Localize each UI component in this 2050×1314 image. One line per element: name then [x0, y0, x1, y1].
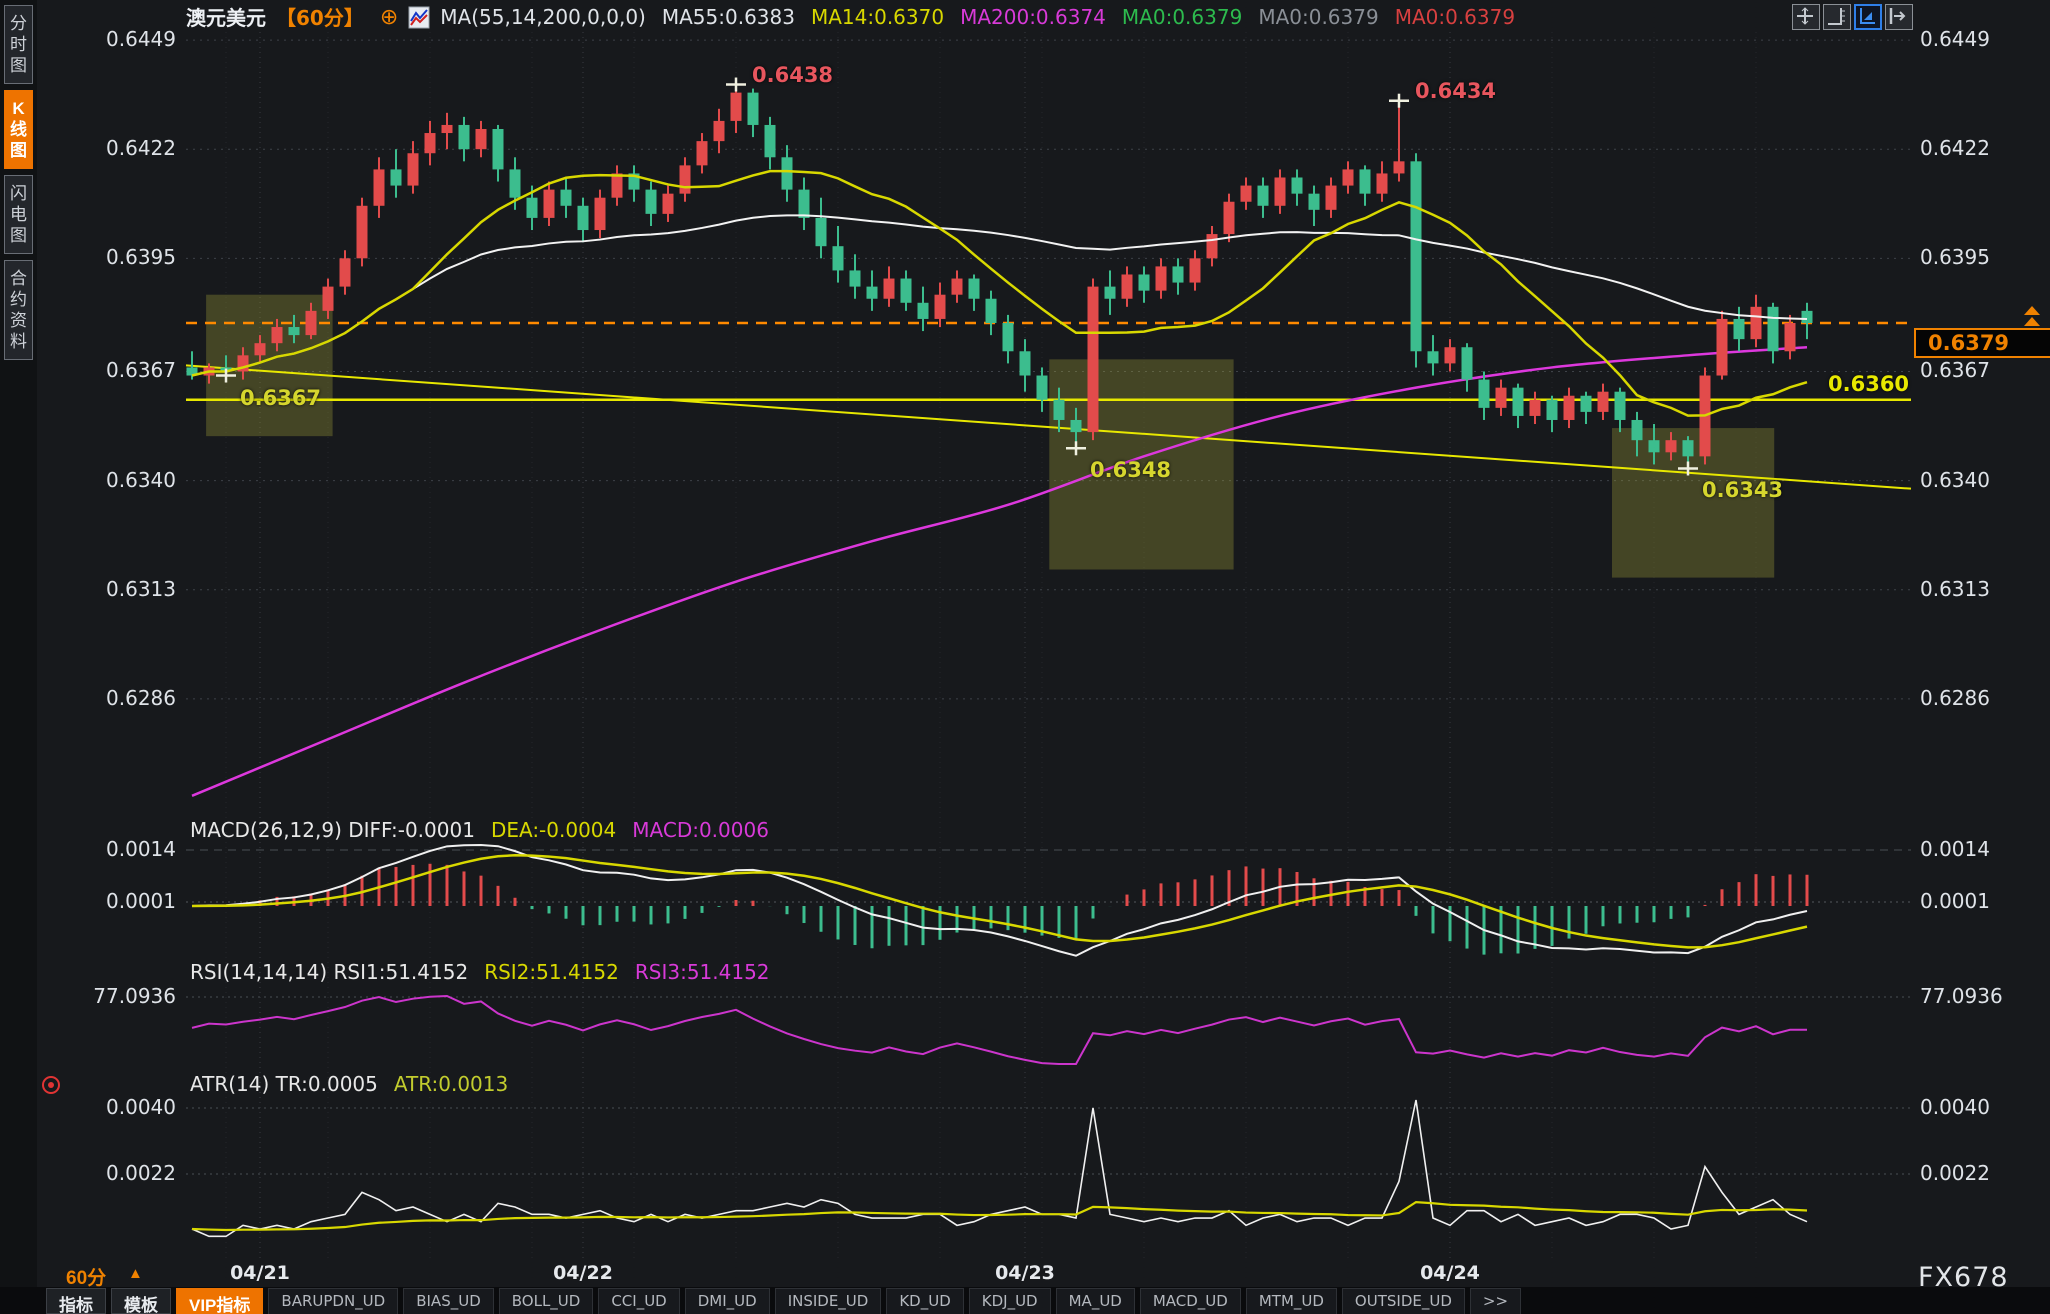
tab-ma-ud[interactable]: MA_UD — [1056, 1288, 1135, 1314]
price-extreme-label: 0.6367 — [240, 386, 321, 410]
tab-指标[interactable]: 指标 — [46, 1288, 106, 1314]
chart-application: 分时图K线图闪电图合约资料 澳元美元【60分】⊕MA(55,14,200,0,0… — [0, 0, 2050, 1314]
timeframe-expand-icon[interactable]: ▲ — [128, 1265, 143, 1282]
macd-axis-label: 0.0001 — [88, 889, 176, 913]
rsi-axis-label: 77.0936 — [88, 984, 176, 1008]
price-chart-canvas[interactable] — [0, 0, 2050, 1314]
tab-kdj-ud[interactable]: KDJ_UD — [969, 1288, 1051, 1314]
atr-axis-label: 0.0040 — [1920, 1095, 1990, 1119]
atr-axis-label: 0.0040 — [88, 1095, 176, 1119]
tab-outside-ud[interactable]: OUTSIDE_UD — [1342, 1288, 1465, 1314]
price-extreme-label: 0.6438 — [752, 63, 833, 87]
timeframe-label[interactable]: 60分 — [66, 1263, 106, 1290]
tab-barupdn-ud[interactable]: BARUPDN_UD — [268, 1288, 398, 1314]
macd-value: MACD(26,12,9) DIFF:-0.0001 — [190, 818, 475, 842]
price-extreme-label: 0.6348 — [1090, 458, 1171, 482]
price-extreme-label: 0.6343 — [1702, 478, 1783, 502]
macd-value: MACD:0.0006 — [632, 818, 769, 842]
atr-header: ATR(14) TR:0.0005 ATR:0.0013 — [190, 1072, 524, 1096]
date-axis-label: 04/23 — [995, 1262, 1055, 1284]
horizontal-line-label: 0.6360 — [1828, 372, 1909, 396]
tab-macd-ud[interactable]: MACD_UD — [1140, 1288, 1241, 1314]
tab-dmi-ud[interactable]: DMI_UD — [685, 1288, 770, 1314]
rsi-value: RSI(14,14,14) RSI1:51.4152 — [190, 960, 468, 984]
tab-mtm-ud[interactable]: MTM_UD — [1246, 1288, 1337, 1314]
atr-axis-label: 0.0022 — [88, 1161, 176, 1185]
price-axis-label: 0.6422 — [1920, 136, 1990, 160]
macd-axis-label: 0.0014 — [88, 837, 176, 861]
tab-kd-ud[interactable]: KD_UD — [886, 1288, 963, 1314]
price-axis-label: 0.6313 — [1920, 577, 1990, 601]
price-axis-label: 0.6395 — [1920, 245, 1990, 269]
price-extreme-label: 0.6434 — [1415, 79, 1496, 103]
price-axis-label: 0.6313 — [88, 577, 176, 601]
price-axis-label: 0.6367 — [1920, 358, 1990, 382]
price-axis-label: 0.6449 — [1920, 27, 1990, 51]
macd-value: DEA:-0.0004 — [491, 818, 616, 842]
date-axis-label: 04/21 — [230, 1262, 290, 1284]
tab-模板[interactable]: 模板 — [111, 1288, 171, 1314]
atr-value: ATR(14) TR:0.0005 — [190, 1072, 378, 1096]
price-up-arrow-icon — [2024, 306, 2040, 315]
price-axis-label: 0.6449 — [88, 27, 176, 51]
tab-inside-ud[interactable]: INSIDE_UD — [775, 1288, 882, 1314]
rsi-axis-label: 77.0936 — [1920, 984, 2003, 1008]
atr-value: ATR:0.0013 — [394, 1072, 508, 1096]
date-axis-label: 04/24 — [1420, 1262, 1480, 1284]
atr-axis-label: 0.0022 — [1920, 1161, 1990, 1185]
date-axis-label: 04/22 — [553, 1262, 613, 1284]
macd-axis-label: 0.0014 — [1920, 837, 1990, 861]
rsi-value: RSI3:51.4152 — [635, 960, 770, 984]
tab-vip指标[interactable]: VIP指标 — [176, 1288, 263, 1314]
price-axis-label: 0.6395 — [88, 245, 176, 269]
price-axis-label: 0.6422 — [88, 136, 176, 160]
price-axis-label: 0.6286 — [1920, 686, 1990, 710]
price-axis-label: 0.6286 — [88, 686, 176, 710]
indicator-tabbar: 指标模板VIP指标BARUPDN_UDBIAS_UDBOLL_UDCCI_UDD… — [46, 1288, 1526, 1314]
rsi-value: RSI2:51.4152 — [484, 960, 619, 984]
tab-bias-ud[interactable]: BIAS_UD — [403, 1288, 494, 1314]
rsi-header: RSI(14,14,14) RSI1:51.4152 RSI2:51.4152 RS… — [190, 960, 786, 984]
tab-cci-ud[interactable]: CCI_UD — [598, 1288, 679, 1314]
tab--[interactable]: >> — [1470, 1288, 1521, 1314]
current-price-label: 0.6379 — [1914, 328, 2050, 358]
price-axis-label: 0.6340 — [1920, 468, 1990, 492]
price-axis-label: 0.6367 — [88, 358, 176, 382]
tab-boll-ud[interactable]: BOLL_UD — [499, 1288, 594, 1314]
macd-header: MACD(26,12,9) DIFF:-0.0001 DEA:-0.0004 MAC… — [190, 818, 785, 842]
price-up-arrow-icon — [2024, 317, 2040, 326]
macd-axis-label: 0.0001 — [1920, 889, 1990, 913]
alert-record-icon[interactable] — [42, 1076, 60, 1094]
price-axis-label: 0.6340 — [88, 468, 176, 492]
